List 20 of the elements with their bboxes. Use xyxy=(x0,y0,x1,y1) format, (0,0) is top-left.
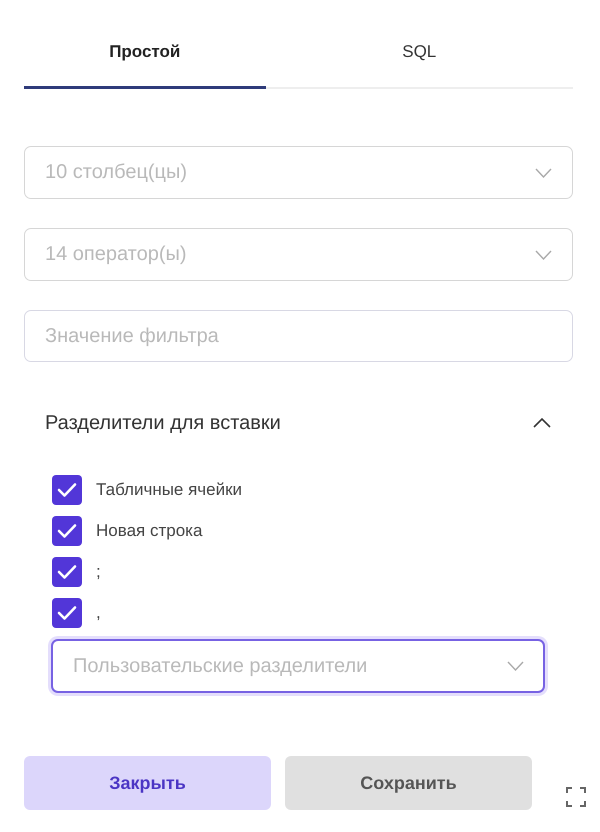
chevron-down-icon xyxy=(507,661,524,671)
tab[interactable]: SQL xyxy=(266,40,573,89)
dropdown-field[interactable]: Пользовательские разделители xyxy=(51,639,545,693)
close-button[interactable]: Закрыть xyxy=(24,756,271,810)
chevron-down-icon xyxy=(535,168,552,178)
checkbox[interactable] xyxy=(52,475,82,505)
chevron-down-icon xyxy=(535,250,552,260)
collapse-toggle[interactable] xyxy=(533,418,551,428)
checkbox-label: , xyxy=(96,602,101,624)
checkbox[interactable] xyxy=(52,557,82,587)
tab[interactable]: Простой xyxy=(24,40,266,89)
checkbox-label: Табличные ячейки xyxy=(96,479,242,502)
checkbox[interactable] xyxy=(52,516,82,546)
checkbox-label: Новая строка xyxy=(96,520,202,542)
fullscreen-icon[interactable] xyxy=(566,787,586,807)
text-input[interactable]: Значение фильтра xyxy=(24,310,573,362)
section-title: Разделители для вставки xyxy=(45,411,281,436)
checkbox-label: ; xyxy=(96,561,101,584)
save-button[interactable]: Сохранить xyxy=(285,756,532,810)
checkbox[interactable] xyxy=(52,598,82,628)
